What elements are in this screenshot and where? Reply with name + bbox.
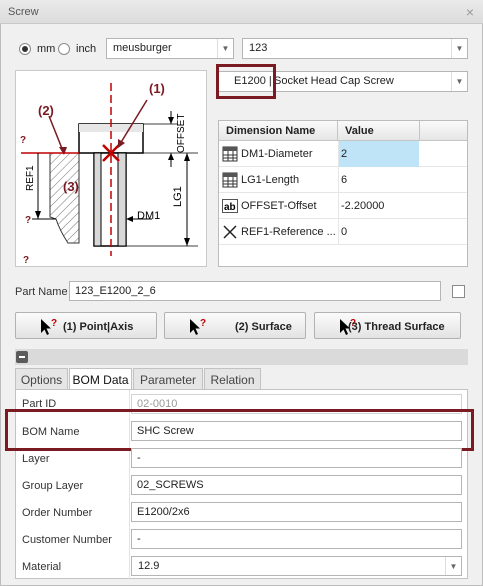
library-select-value: meusburger xyxy=(113,42,172,54)
diagram-label-1: (1) xyxy=(149,81,165,96)
title-bar: Screw × xyxy=(0,0,483,24)
svg-text:?: ? xyxy=(200,318,206,329)
customer-number-input[interactable]: - xyxy=(131,529,462,549)
material-value: 12.9 xyxy=(138,560,160,572)
part-code-highlight xyxy=(216,64,276,99)
unit-mm-label: mm xyxy=(37,43,56,55)
close-icon[interactable]: × xyxy=(466,4,474,20)
diagram-lg1: LG1 xyxy=(172,186,184,207)
chevron-down-icon: ▼ xyxy=(217,39,233,58)
tab-bom-data[interactable]: BOM Data xyxy=(69,368,132,390)
part-name-label: Part Name xyxy=(15,286,68,298)
diagram-label-3: (3) xyxy=(63,179,79,194)
minus-icon[interactable] xyxy=(16,351,28,363)
diagram-offset: OFFSET xyxy=(176,114,187,153)
group-layer-label: Group Layer xyxy=(22,480,84,492)
unit-inch-label: inch xyxy=(76,43,97,55)
table-row[interactable]: REF1-Reference ... 0 xyxy=(219,219,467,245)
thread-surface-label: (3) Thread Surface xyxy=(348,321,445,333)
column-header-blank xyxy=(419,121,467,141)
order-number-input[interactable]: E1200/2x6 xyxy=(131,502,462,522)
surface-button[interactable]: ? (2) Surface xyxy=(164,312,306,339)
point-axis-button[interactable]: ? (1) Point|Axis xyxy=(15,312,157,339)
cursor-question-icon: ? xyxy=(41,318,57,335)
collapse-section[interactable] xyxy=(15,349,468,365)
screw-diagram: (1) (2) (3) DM1 OFFSET LG1 REF1 ? ? ? xyxy=(15,70,207,267)
table-icon xyxy=(222,172,238,188)
material-select[interactable]: 12.9 ▼ xyxy=(131,556,462,576)
type-select[interactable]: 123 ▼ xyxy=(242,38,468,59)
table-icon xyxy=(222,146,238,162)
unit-inch-radio[interactable] xyxy=(58,43,70,55)
customer-number-label: Customer Number xyxy=(22,534,112,546)
cursor-question-icon: ? xyxy=(190,318,206,335)
table-row[interactable]: ab OFFSET-Offset -2.20000 xyxy=(219,193,467,219)
chevron-down-icon: ▼ xyxy=(445,557,461,575)
chevron-down-icon: ▼ xyxy=(451,39,467,58)
type-select-value: 123 xyxy=(249,42,268,54)
column-header-name[interactable]: Dimension Name xyxy=(219,121,337,141)
diagram-label-2: (2) xyxy=(38,103,54,118)
table-row[interactable]: LG1-Length 6 xyxy=(219,167,467,193)
unit-mm-radio[interactable] xyxy=(19,43,31,55)
svg-text:?: ? xyxy=(51,318,57,329)
window-title: Screw xyxy=(8,6,39,18)
row-value[interactable]: -2.20000 xyxy=(338,193,419,219)
bom-name-highlight xyxy=(5,409,474,451)
row-value[interactable]: 2 xyxy=(338,141,419,167)
tab-parameter[interactable]: Parameter xyxy=(133,368,203,389)
point-axis-label: (1) Point|Axis xyxy=(63,321,134,333)
thread-surface-button[interactable]: ? (3) Thread Surface xyxy=(314,312,461,339)
tab-options[interactable]: Options xyxy=(15,368,68,389)
cross-icon xyxy=(223,225,237,239)
layer-input[interactable]: - xyxy=(131,448,462,468)
part-name-input[interactable]: 123_E1200_2_6 xyxy=(69,281,441,301)
chevron-down-icon: ▼ xyxy=(451,72,467,91)
group-layer-input[interactable]: 02_SCREWS xyxy=(131,475,462,495)
diagram-question-3: ? xyxy=(23,255,29,266)
diagram-question-2: ? xyxy=(25,215,31,226)
row-value[interactable]: 6 xyxy=(338,167,419,193)
material-label: Material xyxy=(22,561,62,573)
table-row[interactable]: DM1-Diameter 2 xyxy=(219,141,467,167)
column-header-value[interactable]: Value xyxy=(337,121,419,141)
dimension-table: Dimension Name Value DM1-Diameter 2 LG1-… xyxy=(218,120,468,267)
ab-text-icon: ab xyxy=(222,199,238,213)
tab-relation[interactable]: Relation xyxy=(204,368,261,389)
diagram-ref1: REF1 xyxy=(25,165,36,191)
row-value[interactable]: 0 xyxy=(338,219,419,245)
diagram-dm1: DM1 xyxy=(137,210,160,222)
part-description: Socket Head Cap Screw xyxy=(274,75,394,87)
order-number-label: Order Number xyxy=(22,507,93,519)
screw-drawing: (1) (2) (3) DM1 OFFSET LG1 REF1 ? ? ? xyxy=(20,81,198,266)
part-name-checkbox[interactable] xyxy=(452,285,465,298)
diagram-question-1: ? xyxy=(20,135,26,146)
layer-label: Layer xyxy=(22,453,50,465)
svg-text:ab: ab xyxy=(224,202,236,213)
surface-label: (2) Surface xyxy=(235,321,292,333)
library-select[interactable]: meusburger ▼ xyxy=(106,38,234,59)
